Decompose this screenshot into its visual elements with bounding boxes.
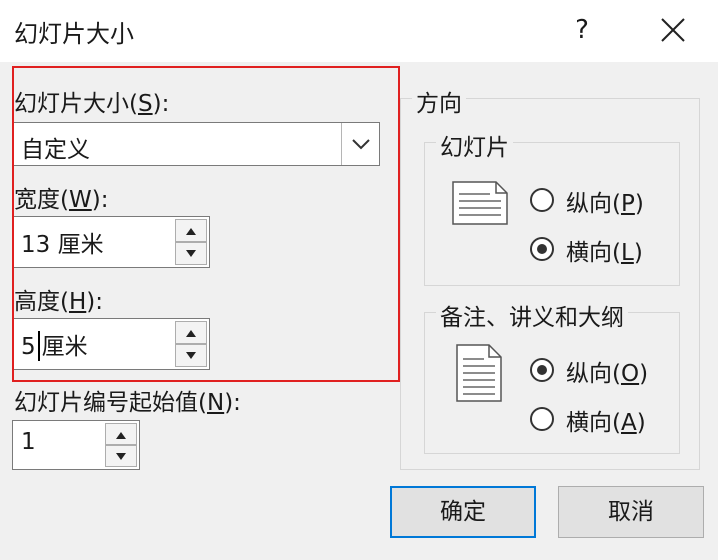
start-number-spin-buttons	[105, 423, 137, 467]
radio-circle	[530, 237, 554, 261]
dialog-title: 幻灯片大小	[14, 20, 134, 48]
slides-portrait-label: 纵向(P)	[566, 191, 644, 217]
portrait-page-icon	[456, 344, 502, 402]
start-number-decrement-button[interactable]	[105, 445, 137, 467]
radio-circle	[530, 188, 554, 212]
landscape-page-icon	[452, 181, 508, 225]
radio-circle	[530, 358, 554, 382]
close-icon	[661, 18, 685, 42]
start-number-value: 1	[21, 429, 36, 455]
cancel-button[interactable]: 取消	[558, 486, 704, 538]
notes-orientation-title: 备注、讲义和大纲	[436, 298, 628, 332]
notes-landscape-label: 横向(A)	[566, 410, 646, 436]
start-number-label: 幻灯片编号起始值(N):	[14, 390, 241, 416]
start-number-spinner[interactable]: 1	[12, 420, 140, 470]
close-button[interactable]	[648, 8, 698, 52]
notes-portrait-label: 纵向(O)	[566, 361, 649, 387]
spin-up-arrow-icon	[116, 432, 126, 439]
title-bar: 幻灯片大小 ?	[0, 0, 718, 62]
spin-down-arrow-icon	[116, 453, 126, 460]
highlight-box	[12, 66, 400, 382]
radio-selected-dot	[537, 244, 547, 254]
radio-circle	[530, 407, 554, 431]
start-number-increment-button[interactable]	[105, 423, 137, 445]
slide-size-dialog: 幻灯片大小 ? 幻灯片大小(S): 自定义 宽度(W): 13 厘米 高度(H)…	[0, 0, 718, 560]
slides-landscape-label: 横向(L)	[566, 240, 643, 266]
slides-orientation-title: 幻灯片	[436, 128, 513, 162]
ok-button[interactable]: 确定	[390, 486, 536, 538]
help-button[interactable]: ?	[560, 8, 604, 52]
radio-selected-dot	[537, 365, 547, 375]
orientation-title: 方向	[412, 84, 466, 118]
